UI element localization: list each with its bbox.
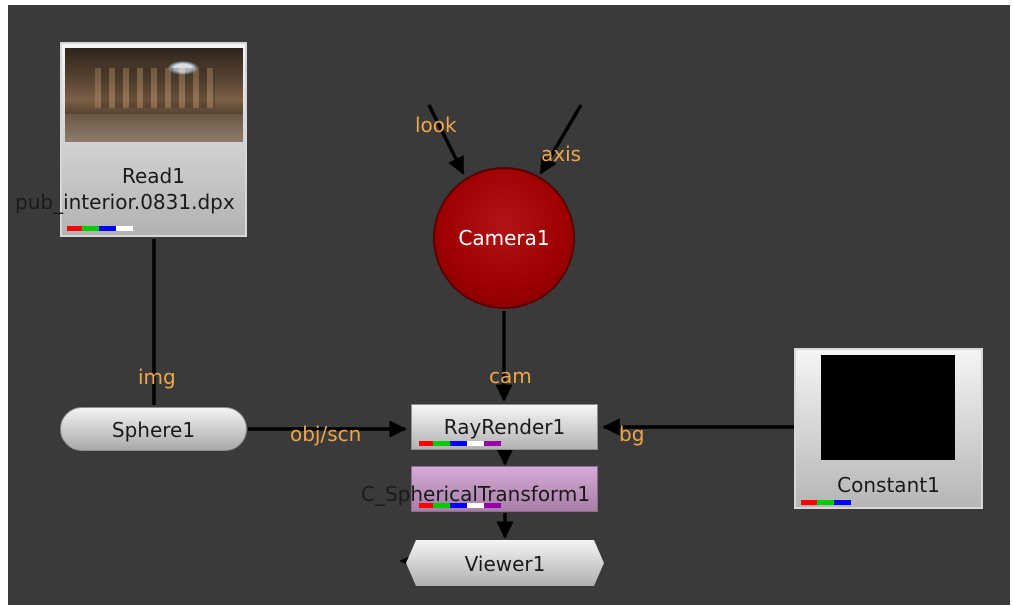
constant-node[interactable]: Constant1 bbox=[794, 348, 983, 509]
channel-green bbox=[82, 226, 99, 231]
read-node-name: Read1 bbox=[122, 164, 185, 188]
channel-blue bbox=[99, 226, 116, 231]
spherical-transform-node-name: C_SphericalTransform1 bbox=[361, 482, 591, 506]
input-label-look: look bbox=[415, 113, 457, 137]
camera-node[interactable]: Camera1 bbox=[433, 167, 575, 309]
rayrender-node-name: RayRender1 bbox=[443, 415, 566, 439]
constant-thumbnail bbox=[821, 355, 955, 460]
input-label-axis: axis bbox=[541, 142, 582, 166]
sphere-node-name: Sphere1 bbox=[111, 418, 196, 442]
input-label-cam: cam bbox=[489, 364, 532, 388]
channel-alpha bbox=[467, 441, 484, 446]
viewer-node-name: Viewer1 bbox=[464, 552, 546, 576]
input-label-bg: bg bbox=[619, 422, 645, 446]
sphere-node[interactable]: Sphere1 bbox=[60, 407, 247, 451]
thumbnail-ceiling bbox=[95, 68, 215, 108]
viewer-node[interactable]: Viewer1 bbox=[406, 540, 604, 586]
input-label-img: img bbox=[138, 365, 176, 389]
rayrender-node[interactable]: RayRender1 bbox=[411, 404, 598, 450]
channel-red bbox=[67, 226, 82, 231]
input-label-obj-scn: obj/scn bbox=[290, 422, 362, 446]
channel-extra bbox=[484, 441, 501, 446]
channel-blue bbox=[834, 500, 851, 505]
channel-red bbox=[419, 441, 433, 446]
channel-green bbox=[433, 441, 450, 446]
channel-red bbox=[801, 500, 817, 505]
read-thumbnail bbox=[65, 48, 243, 142]
node-graph[interactable]: look axis img cam obj/scn bg Read1 pub_i… bbox=[8, 5, 1010, 605]
constant-node-name: Constant1 bbox=[837, 473, 940, 497]
channel-alpha bbox=[116, 226, 133, 231]
channel-blue bbox=[450, 441, 467, 446]
read-file-name: pub_interior.0831.dpx bbox=[15, 190, 235, 214]
thumbnail-floor bbox=[65, 114, 243, 142]
camera-node-name: Camera1 bbox=[458, 226, 550, 250]
channel-green bbox=[817, 500, 834, 505]
